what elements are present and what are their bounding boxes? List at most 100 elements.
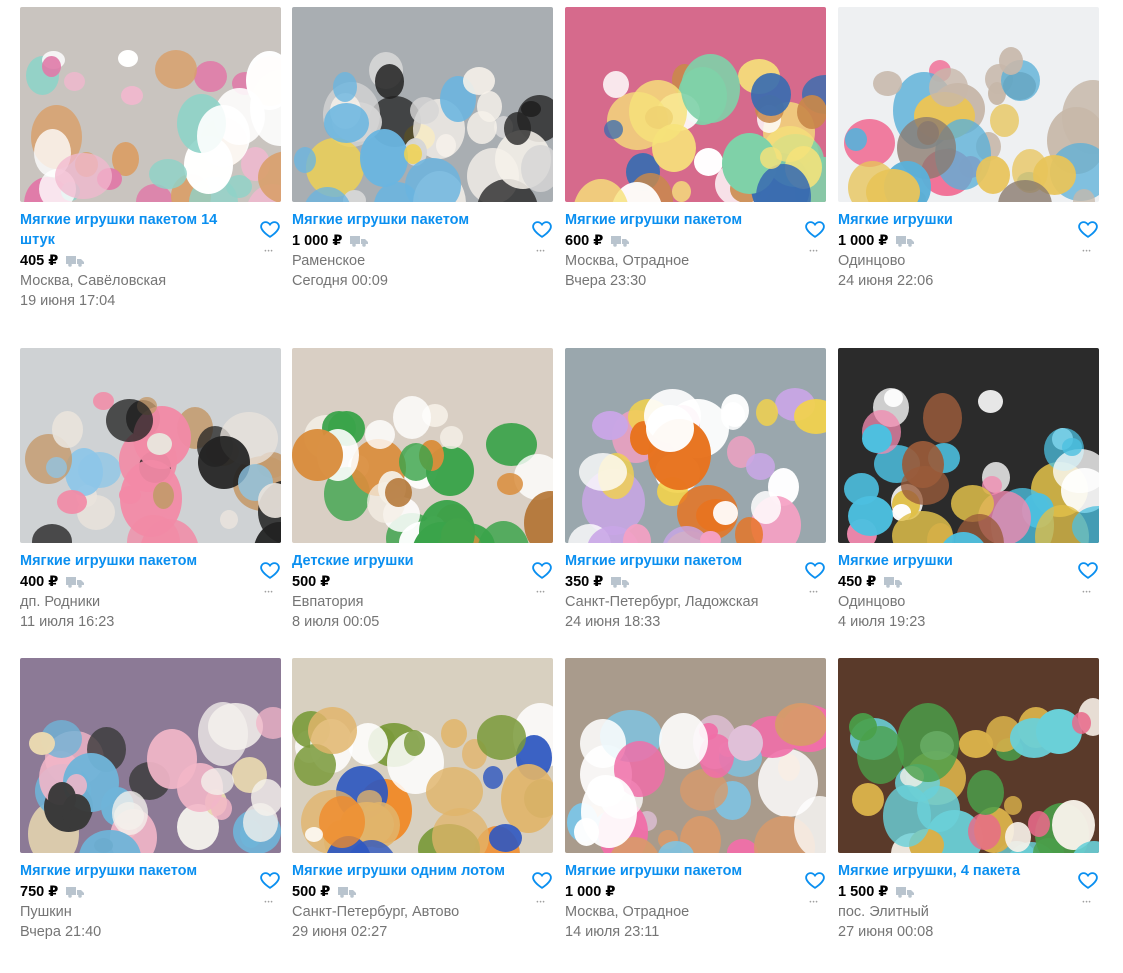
listing-date: 29 июня 02:27 [292,924,388,940]
listing-card[interactable]: Мягкие игрушки одним лотом ••• 500 ₽ Санкт-… [292,658,553,942]
listing-card[interactable]: Мягкие игрушки пакетом ••• 750 ₽ Пушкин Вчер… [20,658,281,942]
listing-card[interactable]: Мягкие игрушки, 4 пакета ••• 1 500 ₽ пос. Э… [838,658,1099,942]
favorite-heart-icon[interactable] [531,559,553,581]
listing-card[interactable]: Мягкие игрушки пакетом ••• 1 000 ₽ Раменско… [292,7,553,291]
listing-title-link[interactable]: Мягкие игрушки пакетом [20,861,245,881]
listing-location: Евпатория [292,594,364,610]
listing-price: 1 500 ₽ [838,884,889,900]
favorite-heart-icon[interactable] [1077,559,1099,581]
photo-toy-shape [42,56,61,77]
more-options-icon[interactable]: ••• [804,587,824,599]
favorite-heart-icon[interactable] [259,559,281,581]
listing-title-link[interactable]: Детские игрушки [292,551,517,571]
listing-photo[interactable] [838,348,1099,543]
photo-toy-shape [365,420,395,449]
listing-card[interactable]: Мягкие игрушки пакетом ••• 1 000 ₽ Москва, … [565,658,826,942]
listing-photo[interactable] [565,7,826,202]
favorite-heart-icon[interactable] [531,869,553,891]
photo-toy-shape [149,159,187,189]
more-options-icon[interactable]: ••• [531,587,551,599]
favorite-heart-icon[interactable] [259,218,281,240]
listing-title-link[interactable]: Мягкие игрушки [838,210,1063,230]
listing-location: Одинцово [838,594,906,610]
listing-card[interactable]: Мягкие игрушки пакетом ••• 350 ₽ Санкт-Пете… [565,348,826,632]
delivery-truck-icon [896,887,915,898]
price-line: 1 000 ₽ [565,882,826,902]
more-options-icon[interactable]: ••• [1077,587,1097,599]
more-options-icon[interactable]: ••• [259,897,279,909]
photo-toy-shape [426,767,483,816]
listing-location: Одинцово [838,253,906,269]
photo-toy-shape [393,396,431,439]
favorite-heart-icon[interactable] [804,869,826,891]
photo-toy-shape [592,411,628,440]
listing-title-link[interactable]: Мягкие игрушки [838,551,1063,571]
listing-photo[interactable] [838,658,1099,853]
listing-price: 1 000 ₽ [565,884,616,900]
more-options-icon[interactable]: ••• [804,246,824,258]
favorite-heart-icon[interactable] [804,559,826,581]
favorite-heart-icon[interactable] [804,218,826,240]
listing-photo[interactable] [565,658,826,853]
listing-card[interactable]: Детские игрушки ••• 500 ₽ Евпатория 8 июля 0… [292,348,553,632]
photo-toy-shape [198,702,248,766]
more-options-icon[interactable]: ••• [531,246,551,258]
photo-toy-shape [794,399,826,434]
listing-title-link[interactable]: Мягкие игрушки пакетом [20,551,245,571]
photo-toy-shape [581,776,637,848]
photo-toy-shape [501,764,553,833]
photo-toy-shape [978,390,1003,413]
listing-price: 350 ₽ [565,574,604,590]
more-options-icon[interactable]: ••• [531,897,551,909]
listing-card[interactable]: Мягкие игрушки пакетом ••• 400 ₽ дп. Родник… [20,348,281,632]
listing-location: Москва, Савёловская [20,273,167,289]
listing-title-link[interactable]: Мягкие игрушки пакетом [565,210,790,230]
listing-photo[interactable] [565,348,826,543]
listing-title-link[interactable]: Мягкие игрушки одним лотом [292,861,517,881]
listing-info: Мягкие игрушки пакетом ••• 600 ₽ Москва, От… [565,210,826,291]
photo-toy-shape [155,50,197,89]
listing-date: 4 июля 19:23 [838,614,926,630]
favorite-heart-icon[interactable] [259,869,281,891]
listing-date: 27 июня 00:08 [838,924,934,940]
photo-toy-shape [760,147,782,169]
photo-toy-shape [521,101,541,117]
listing-photo[interactable] [20,348,281,543]
favorite-heart-icon[interactable] [531,218,553,240]
photo-toy-shape [862,424,892,453]
delivery-truck-icon [611,236,630,247]
listing-info: Детские игрушки ••• 500 ₽ Евпатория 8 июля 0… [292,551,553,632]
listing-photo[interactable] [20,658,281,853]
listing-card[interactable]: Мягкие игрушки пакетом 14 штук ••• 405 ₽ Мо… [20,7,281,311]
listing-photo[interactable] [292,7,553,202]
listing-info: Мягкие игрушки пакетом ••• 750 ₽ Пушкин Вчер… [20,861,281,942]
more-options-icon[interactable]: ••• [1077,897,1097,909]
listing-card[interactable]: Мягкие игрушки пакетом ••• 600 ₽ Москва, От… [565,7,826,291]
listing-photo[interactable] [292,348,553,543]
listing-title-link[interactable]: Мягкие игрушки, 4 пакета [838,861,1063,881]
more-options-icon[interactable]: ••• [804,897,824,909]
listing-photo[interactable] [838,7,1099,202]
price-line: 1 000 ₽ [838,231,1099,251]
listing-card[interactable]: Мягкие игрушки ••• 450 ₽ Одинцово 4 июля 19:… [838,348,1099,632]
photo-toy-shape [923,393,962,443]
listing-location: Пушкин [20,904,72,920]
photo-toy-shape [405,158,461,202]
listing-title-link[interactable]: Мягкие игрушки пакетом [565,551,790,571]
listing-title-link[interactable]: Мягкие игрушки пакетом [565,861,790,881]
listing-photo[interactable] [292,658,553,853]
more-options-icon[interactable]: ••• [1077,246,1097,258]
listing-photo[interactable] [20,7,281,202]
photo-toy-shape [646,405,694,452]
more-options-icon[interactable]: ••• [259,246,279,258]
listing-title-link[interactable]: Мягкие игрушки пакетом 14 штук [20,210,245,250]
more-options-icon[interactable]: ••• [259,587,279,599]
listing-title-link[interactable]: Мягкие игрушки пакетом [292,210,517,230]
listing-price: 405 ₽ [20,253,59,269]
photo-toy-shape [999,47,1023,75]
favorite-heart-icon[interactable] [1077,218,1099,240]
photo-toy-shape [121,86,143,105]
listing-card[interactable]: Мягкие игрушки ••• 1 000 ₽ Одинцово 24 июня … [838,7,1099,291]
favorite-heart-icon[interactable] [1077,869,1099,891]
photo-toy-shape [1072,712,1091,734]
